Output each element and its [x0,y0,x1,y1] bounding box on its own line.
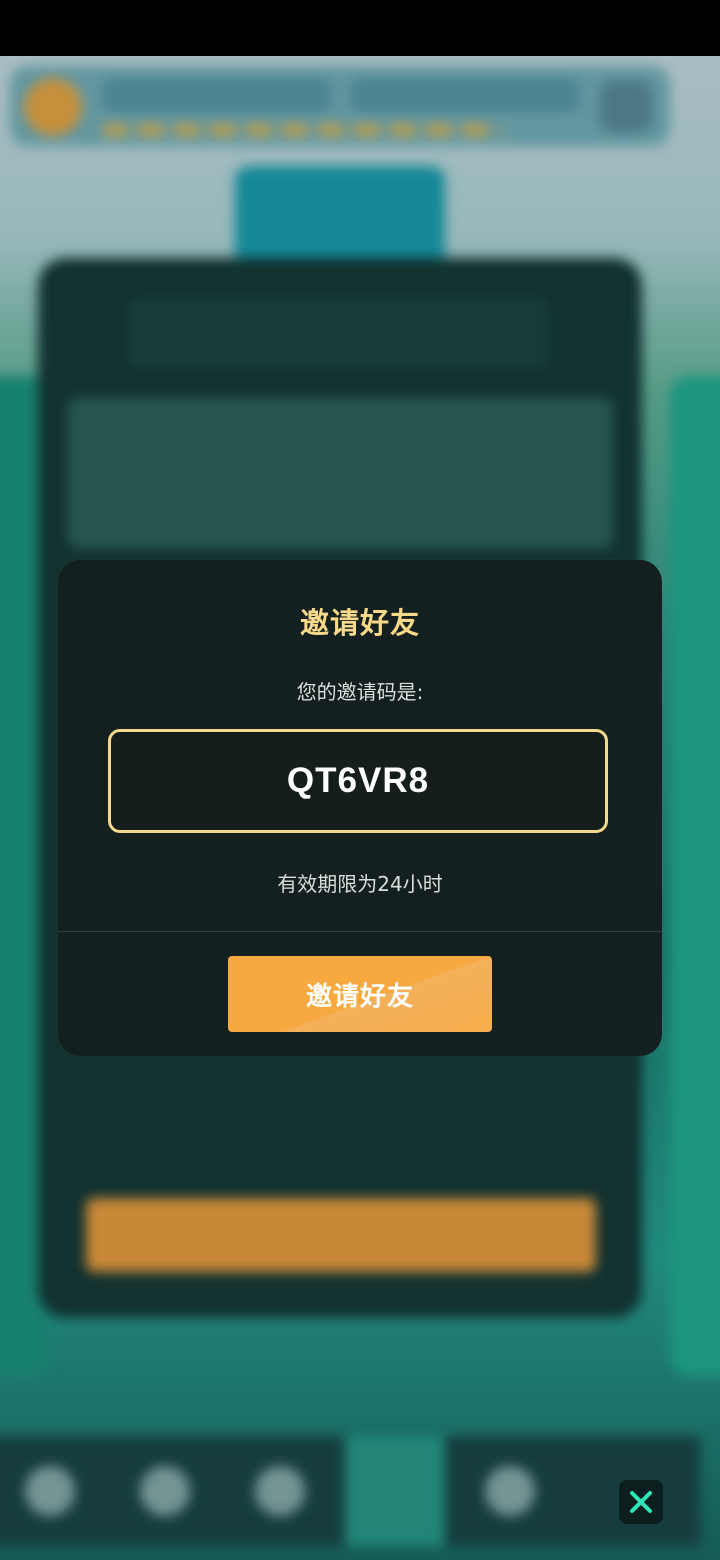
dialog-title: 邀请好友 [299,606,420,640]
close-button[interactable] [619,1480,663,1524]
invite-code-value: QT6VR8 [286,761,430,800]
status-bar [0,0,720,56]
divider [58,931,662,932]
close-x-icon [630,1491,652,1513]
expiry-text: 有效期限为24小时 [277,872,443,896]
invite-code-label: 您的邀请码是: [296,680,424,704]
invite-friends-dialog: 邀请好友 您的邀请码是: QT6VR8 有效期限为24小时 邀请好友 [58,560,662,1056]
invite-friends-button[interactable]: 邀请好友 [228,956,492,1032]
invite-code-box[interactable]: QT6VR8 [108,729,608,833]
